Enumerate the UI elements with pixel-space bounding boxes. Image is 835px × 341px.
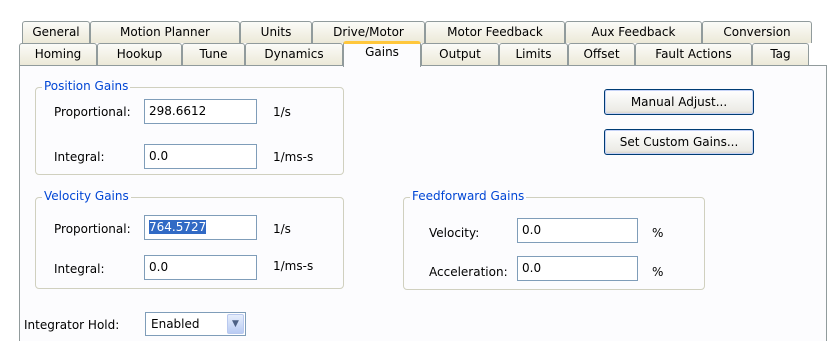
position-integral-unit: 1/ms-s [273,150,314,164]
feedforward-acceleration-label: Acceleration: [429,265,508,279]
tab-hookup[interactable]: Hookup [97,43,182,65]
velocity-integral-unit: 1/ms-s [273,259,314,273]
tab-output[interactable]: Output [421,43,499,65]
tab-units[interactable]: Units [240,21,312,43]
feedforward-velocity-label: Velocity: [429,226,480,240]
feedforward-velocity-unit: % [652,226,664,240]
tab-aux-feedback[interactable]: Aux Feedback [565,21,702,43]
feedforward-gains-title: Feedforward Gains [410,189,527,203]
feedforward-acceleration-unit: % [652,265,664,279]
tab-dynamics[interactable]: Dynamics [245,43,343,65]
position-gains-title: Position Gains [42,79,131,93]
velocity-proportional-unit: 1/s [273,222,291,236]
feedforward-acceleration-input[interactable]: 0.0 [517,256,638,281]
tab-tune[interactable]: Tune [182,43,245,65]
tab-fault-actions[interactable]: Fault Actions [635,43,752,65]
position-proportional-input[interactable]: 298.6612 [144,99,257,124]
velocity-proportional-label: Proportional: [54,222,131,236]
integrator-hold-value: Enabled [151,317,200,331]
velocity-integral-label: Integral: [54,262,105,276]
tab-general[interactable]: General [22,21,90,43]
chevron-down-icon[interactable]: ▼ [227,314,244,334]
feedforward-velocity-input[interactable]: 0.0 [517,218,638,243]
tab-motor-feedback[interactable]: Motor Feedback [425,21,565,43]
tab-drive-motor[interactable]: Drive/Motor [312,21,425,43]
tab-conversion[interactable]: Conversion [702,21,812,43]
velocity-proportional-value: 764.5727 [149,220,207,234]
velocity-gains-title: Velocity Gains [42,189,131,203]
tab-limits[interactable]: Limits [499,43,568,65]
tab-offset[interactable]: Offset [568,43,635,65]
integrator-hold-label: Integrator Hold: [24,318,120,332]
velocity-integral-input[interactable]: 0.0 [144,255,257,280]
integrator-hold-select[interactable]: Enabled ▼ [145,312,246,336]
position-proportional-label: Proportional: [54,105,131,119]
set-custom-gains-button[interactable]: Set Custom Gains... [604,129,754,155]
tab-tag[interactable]: Tag [752,43,809,65]
position-integral-label: Integral: [54,150,105,164]
manual-adjust-button[interactable]: Manual Adjust... [604,89,754,115]
tab-gains[interactable]: Gains [343,41,421,67]
tab-motion-planner[interactable]: Motion Planner [90,21,240,43]
velocity-proportional-input[interactable]: 764.5727 [144,215,257,240]
position-integral-input[interactable]: 0.0 [144,144,257,169]
tab-homing[interactable]: Homing [19,43,97,65]
position-proportional-unit: 1/s [273,105,291,119]
